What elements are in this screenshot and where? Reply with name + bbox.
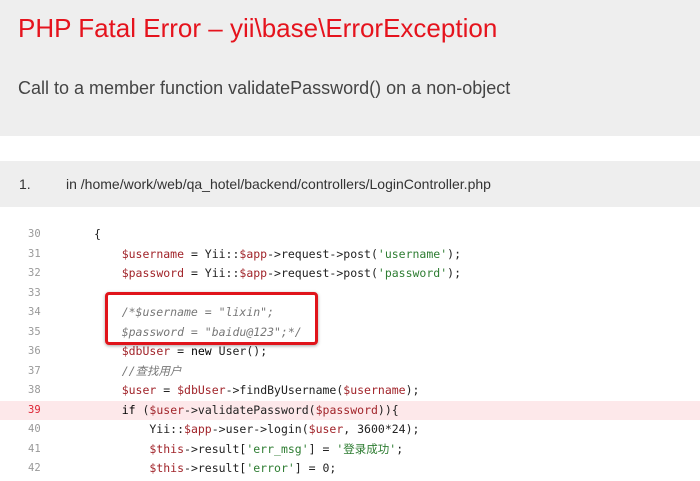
stack-frame-number: 1. (19, 176, 31, 192)
annotation-box (105, 292, 318, 345)
code-line: 42 $this->result['error'] = 0; (0, 459, 700, 479)
code-line: 30 { (0, 225, 700, 245)
error-type: PHP Fatal Error (18, 13, 202, 43)
line-number: 35 (28, 325, 41, 338)
line-number: 39 (28, 403, 41, 416)
line-source: Yii::$app->user->login($user, 3600*24); (94, 422, 420, 436)
line-source: if ($user->validatePassword($password)){ (121, 402, 399, 417)
code-line: 39 if ($user->validatePassword($password… (0, 400, 700, 420)
code-line: 37 //查找用户 (0, 362, 700, 382)
line-source: $this->result['err_msg'] = '登录成功'; (149, 441, 404, 456)
line-source: $user = $dbUser->findByUsername($usernam… (121, 383, 420, 397)
exception-class: yii\base\ErrorException (229, 13, 498, 43)
line-number: 36 (28, 345, 41, 357)
code-line: 36 $dbUser = new User(); (0, 342, 700, 362)
error-message: Call to a member function validatePasswo… (18, 78, 511, 98)
line-number: 34 (28, 306, 41, 318)
code-snippet: 30 {31 $username = Yii::$app->request->po… (0, 225, 700, 479)
line-source: //查找用户 (94, 363, 182, 378)
line-source: $username = Yii::$app->request->post('us… (121, 246, 461, 261)
line-source: $password = Yii::$app->request->post('pa… (121, 266, 461, 280)
line-number: 41 (28, 442, 41, 455)
line-number: 33 (28, 286, 41, 299)
line-number: 42 (28, 462, 41, 474)
line-number: 32 (28, 267, 41, 279)
line-source: $this->result['error'] = 0; (149, 461, 337, 475)
line-number: 37 (28, 364, 41, 377)
error-title: PHP Fatal Error – yii\base\ErrorExceptio… (18, 13, 497, 44)
code-line: 38 $user = $dbUser->findByUsername($user… (0, 381, 700, 401)
code-line: 31 $username = Yii::$app->request->post(… (0, 245, 700, 265)
line-number: 30 (28, 228, 41, 240)
stack-frame-file[interactable]: in /home/work/web/qa_hotel/backend/contr… (66, 176, 491, 192)
line-source: { (94, 227, 101, 241)
code-line: 40 Yii::$app->user->login($user, 3600*24… (0, 420, 700, 440)
line-number: 40 (28, 423, 41, 435)
code-line: 41 $this->result['err_msg'] = '登录成功'; (0, 440, 700, 460)
line-number: 31 (28, 247, 41, 260)
title-separator: – (201, 13, 230, 43)
code-line: 32 $password = Yii::$app->request->post(… (0, 264, 700, 284)
error-header: PHP Fatal Error – yii\base\ErrorExceptio… (0, 0, 700, 136)
line-number: 38 (28, 384, 41, 396)
